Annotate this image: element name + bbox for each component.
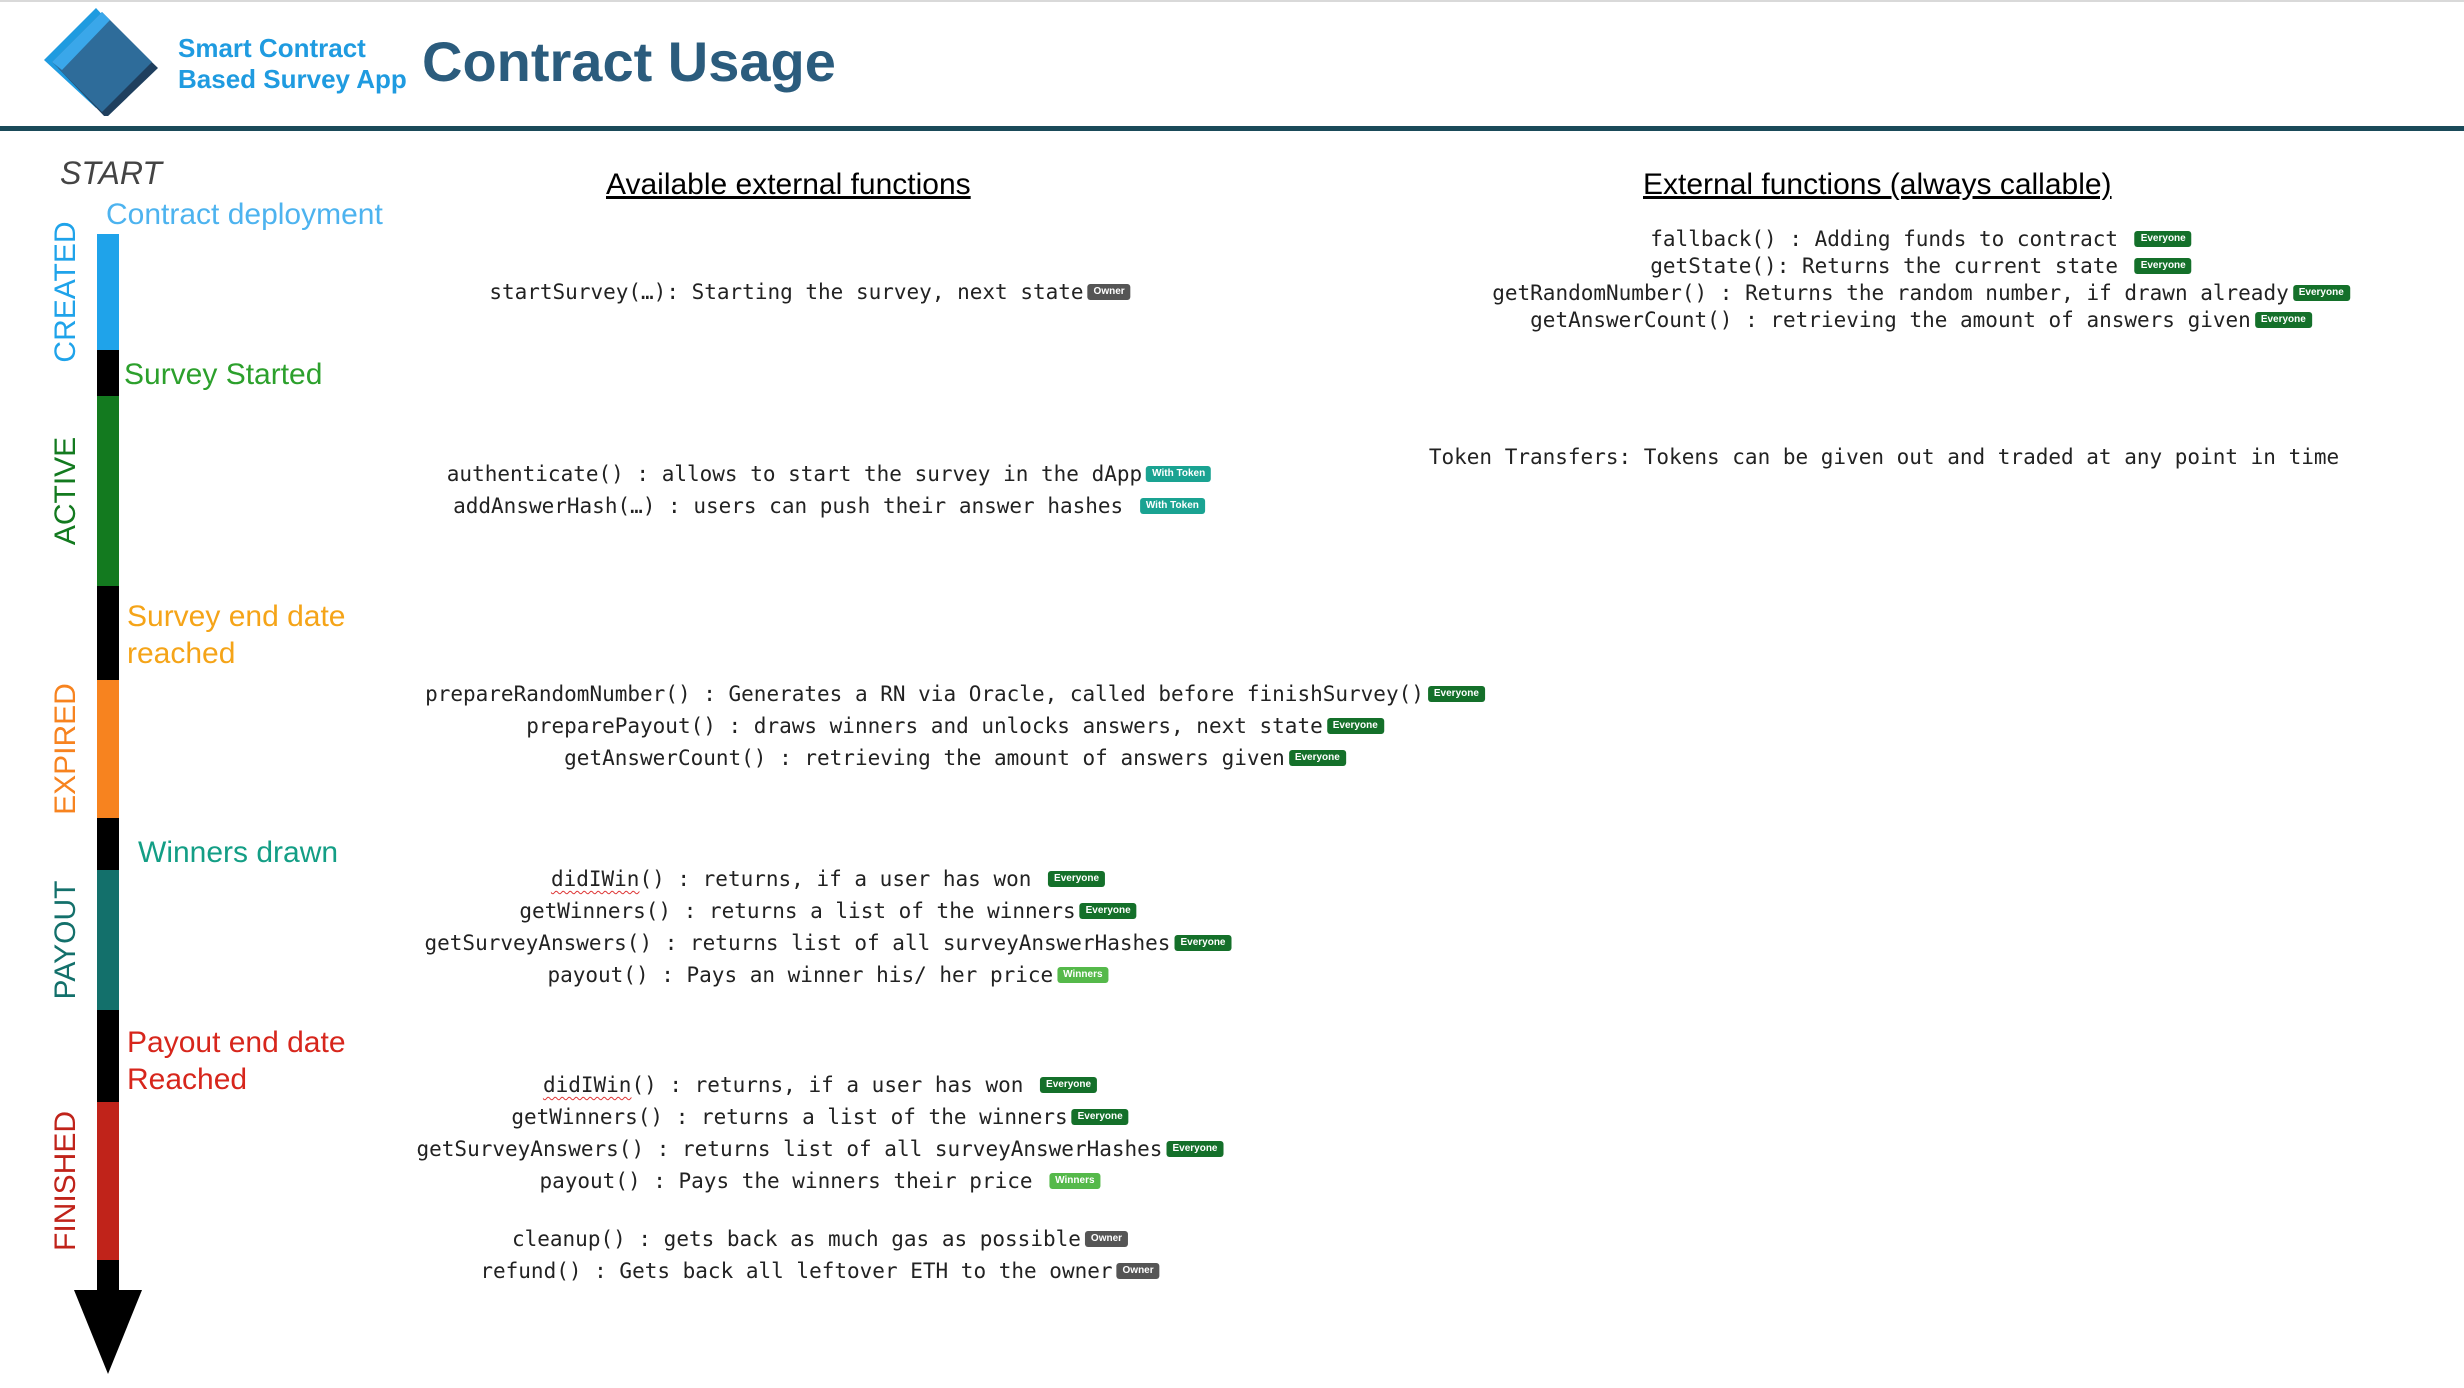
top-border [0,0,2464,2]
timeline-arrowhead-icon [74,1290,142,1374]
function-text: getWinners() : returns a list of the win… [511,1105,1068,1129]
transition-contract-deployment: Contract deployment [106,198,383,231]
transition-winners-drawn: Winners drawn [138,836,339,869]
timeline-gap [97,586,119,680]
function-line: authenticate() : allows to start the sur… [446,459,1212,489]
function-text: payout() : Pays the winners their price [539,1169,1046,1193]
timeline-gap [97,1010,119,1102]
transition-survey-end-date-line1: Survey end date [127,600,346,633]
transition-payout-end-date-line1: Payout end date [127,1026,346,1059]
function-text: preparePayout() : draws winners and unlo… [526,714,1323,738]
function-text: didIWin() : returns, if a user has won [543,1073,1036,1097]
available-functions-heading: Available external functions [606,168,971,201]
transition-payout-end-date-line2: Reached [127,1063,248,1096]
permission-badge: Owner [1087,284,1131,300]
transition-survey-started: Survey Started [124,358,323,391]
permission-badge: Everyone [1288,750,1346,766]
function-text: getState(): Returns the current state [1650,254,2131,278]
state-label-created: CREATED [49,221,82,363]
function-description: () : returns, if a user has won [631,1073,1037,1097]
state-label-payout: PAYOUT [49,880,82,1000]
permission-badge: Everyone [2292,285,2350,301]
function-line: preparePayout() : draws winners and unlo… [526,711,1384,741]
timeline-segment-created [97,234,119,350]
logo-text-line1: Smart Contract [178,33,366,63]
timeline-segment-payout [97,870,119,1010]
permission-badge: Everyone [1166,1141,1224,1157]
transition-survey-end-date-line2: reached [127,637,236,670]
function-text: getAnswerCount() : retrieving the amount… [1530,308,2251,332]
timeline-gap [97,350,119,396]
function-text: getAnswerCount() : retrieving the amount… [564,746,1285,770]
function-line: getSurveyAnswers() : returns list of all… [417,1134,1224,1164]
always-callable-heading: External functions (always callable) [1643,168,2112,201]
state-label-expired: EXPIRED [49,683,82,815]
function-text: payout() : Pays an winner his/ her price [547,963,1054,987]
function-line: refund() : Gets back all leftover ETH to… [480,1256,1160,1286]
function-line: fallback() : Adding funds to contract Ev… [1650,224,2192,254]
timeline-segment-expired [97,680,119,818]
function-line: didIWin() : returns, if a user has won E… [543,1070,1098,1100]
function-line: payout() : Pays the winners their price … [539,1166,1101,1196]
permission-badge: Winners [1049,1173,1101,1189]
permission-badge: Winners [1057,967,1109,983]
app-logo-icon [44,8,158,116]
function-line: getRandomNumber() : Returns the random n… [1492,278,2350,308]
function-line: cleanup() : gets back as much gas as pos… [511,1224,1129,1254]
function-name: didIWin [542,1073,632,1097]
function-text: refund() : Gets back all leftover ETH to… [480,1259,1113,1283]
permission-badge: With Token [1146,466,1212,482]
permission-badge: With Token [1139,498,1205,514]
function-text: cleanup() : gets back as much gas as pos… [511,1227,1081,1251]
function-text: startSurvey(…): Starting the survey, nex… [489,280,1084,304]
permission-badge: Everyone [2254,312,2312,328]
function-line: getWinners() : returns a list of the win… [511,1102,1129,1132]
function-line: didIWin() : returns, if a user has won E… [551,864,1106,894]
function-line: startSurvey(…): Starting the survey, nex… [489,277,1131,307]
timeline-start-label: START [60,155,162,191]
permission-badge: Owner [1116,1263,1160,1279]
function-line: getState(): Returns the current state Ev… [1650,251,2192,281]
permission-badge: Everyone [1079,903,1137,919]
permission-badge: Everyone [2134,231,2192,247]
permission-badge: Owner [1084,1231,1129,1247]
timeline-segment-finished [97,1102,119,1260]
function-text: getWinners() : returns a list of the win… [519,899,1076,923]
header-divider [0,126,2464,131]
logo-text-line2: Based Survey App [178,64,407,94]
state-label-finished: FINISHED [49,1110,82,1252]
function-line: payout() : Pays an winner his/ her price… [547,960,1109,990]
token-transfers-note: Token Transfers: Tokens can be given out… [1428,445,2340,469]
permission-badge: Everyone [1326,718,1384,734]
function-line: getWinners() : returns a list of the win… [519,896,1137,926]
function-text: getSurveyAnswers() : returns list of all… [424,931,1171,955]
function-text: getSurveyAnswers() : returns list of all… [416,1137,1163,1161]
permission-badge: Everyone [1048,871,1106,887]
function-line: getAnswerCount() : retrieving the amount… [564,743,1346,773]
permission-badge: Everyone [1071,1109,1129,1125]
function-text: fallback() : Adding funds to contract [1650,227,2131,251]
function-text: prepareRandomNumber() : Generates a RN v… [425,682,1424,706]
function-text: getRandomNumber() : Returns the random n… [1492,281,2289,305]
function-text: addAnswerHash(…) : users can push their … [453,494,1136,518]
function-text: authenticate() : allows to start the sur… [446,462,1143,486]
function-text: didIWin() : returns, if a user has won [551,867,1044,891]
permission-badge: Everyone [1427,686,1485,702]
function-line: prepareRandomNumber() : Generates a RN v… [425,679,1485,709]
function-line: addAnswerHash(…) : users can push their … [453,491,1205,521]
page-title: Contract Usage [422,30,836,93]
timeline-gap [97,818,119,870]
state-label-active: ACTIVE [49,436,82,546]
permission-badge: Everyone [1040,1077,1098,1093]
function-line: getAnswerCount() : retrieving the amount… [1530,305,2312,335]
timeline-segment-active [97,396,119,586]
function-name: didIWin [550,867,640,891]
timeline-gap [97,1260,119,1294]
function-line: getSurveyAnswers() : returns list of all… [425,928,1232,958]
permission-badge: Everyone [1174,935,1232,951]
function-description: () : returns, if a user has won [639,867,1045,891]
permission-badge: Everyone [2134,258,2192,274]
